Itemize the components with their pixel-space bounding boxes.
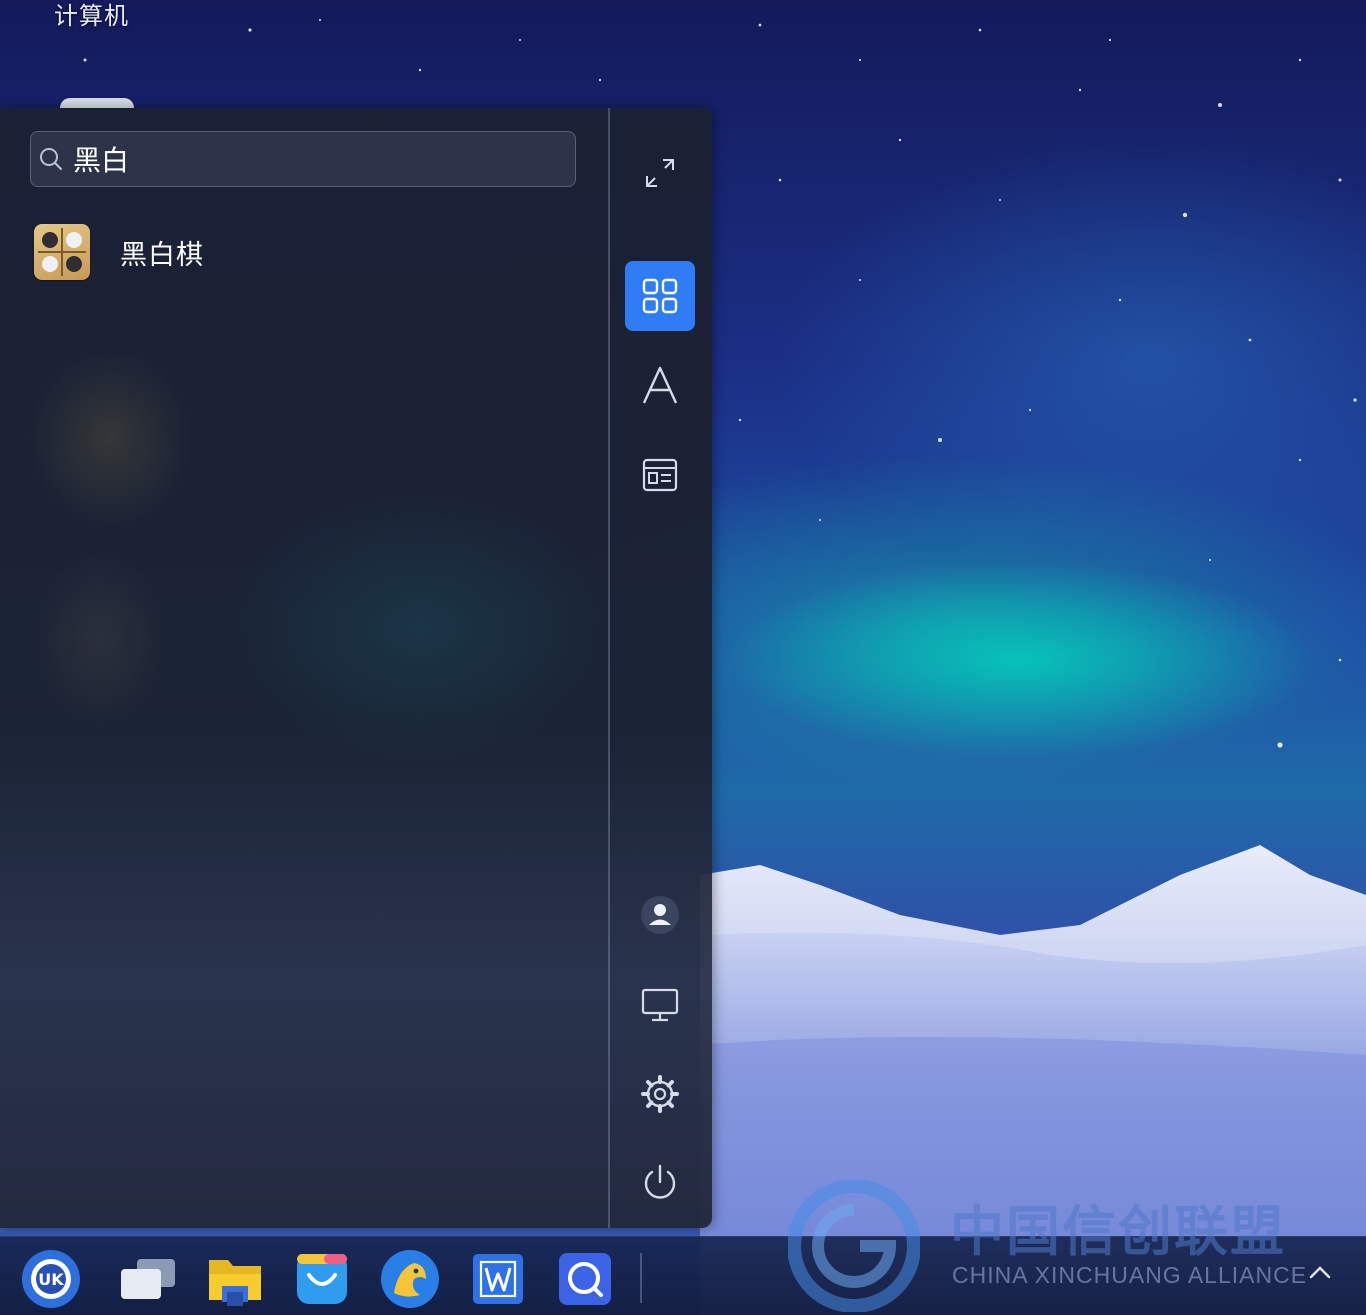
category-list-icon xyxy=(642,458,678,492)
search-icon xyxy=(40,148,62,170)
monitor-icon xyxy=(641,988,679,1022)
expand-icon xyxy=(646,159,674,187)
desktop-computer-label[interactable]: 计算机 xyxy=(54,0,129,31)
start-menu-button[interactable]: UK xyxy=(21,1249,81,1309)
folder-icon xyxy=(209,1260,261,1306)
taskbar-separator xyxy=(640,1253,642,1303)
file-manager-button[interactable] xyxy=(205,1249,265,1309)
browser-icon xyxy=(381,1250,439,1308)
multitasking-view-button[interactable] xyxy=(118,1249,178,1309)
search-result-item[interactable]: 黑白棋 xyxy=(34,224,204,280)
uk-logo-icon: UK xyxy=(22,1250,80,1308)
computer-button[interactable] xyxy=(625,970,695,1040)
search-tool-button[interactable] xyxy=(555,1249,615,1309)
software-store-button[interactable] xyxy=(292,1249,352,1309)
fullscreen-toggle-button[interactable] xyxy=(625,138,695,208)
reversi-game-icon xyxy=(34,224,90,280)
alphabetical-view-button[interactable] xyxy=(625,350,695,420)
all-apps-view-button[interactable] xyxy=(625,261,695,331)
windows-stack-icon xyxy=(121,1259,175,1299)
web-browser-button[interactable] xyxy=(380,1249,440,1309)
chevron-up-icon[interactable] xyxy=(1305,1257,1335,1287)
shopping-bag-icon xyxy=(297,1254,347,1304)
search-input[interactable] xyxy=(73,142,553,176)
search-box[interactable] xyxy=(30,131,576,187)
settings-button[interactable] xyxy=(625,1059,695,1129)
desktop-computer-icon[interactable] xyxy=(60,98,134,108)
power-icon xyxy=(644,1164,676,1199)
letter-a-icon xyxy=(642,366,678,404)
category-view-button[interactable] xyxy=(625,440,695,510)
gear-icon xyxy=(641,1075,679,1113)
watermark-chinese-text: 中国信创联盟 xyxy=(950,1200,1286,1263)
wps-writer-button[interactable] xyxy=(468,1249,528,1309)
search-result-label: 黑白棋 xyxy=(120,239,204,271)
menu-divider xyxy=(608,108,610,1228)
user-icon xyxy=(641,896,679,934)
svg-text:UK: UK xyxy=(38,1270,64,1289)
wps-w-icon xyxy=(473,1254,523,1304)
grid-icon xyxy=(642,278,678,314)
power-button[interactable] xyxy=(625,1148,695,1218)
watermark-logo-icon xyxy=(788,1180,920,1312)
magnifier-app-icon xyxy=(559,1253,611,1305)
watermark-english-text: CHINA XINCHUANG ALLIANCE xyxy=(952,1262,1308,1288)
user-account-button[interactable] xyxy=(625,880,695,950)
start-menu-panel: 黑白棋 xyxy=(0,108,712,1228)
